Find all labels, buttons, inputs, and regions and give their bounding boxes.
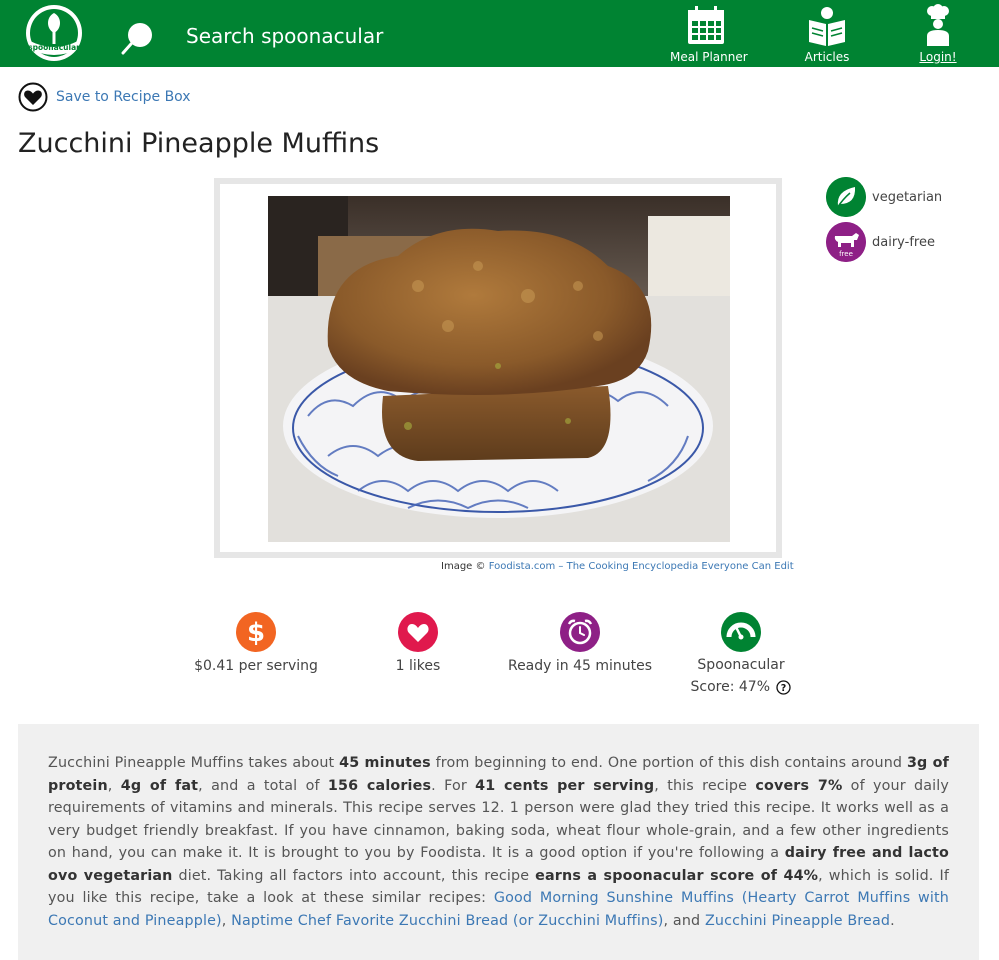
diet-label-vegetarian: vegetarian [872, 189, 943, 205]
heart-icon[interactable] [398, 612, 438, 652]
cow-icon: free [826, 222, 866, 262]
summary-text-part: . [890, 912, 895, 929]
leaf-icon [826, 177, 866, 217]
summary-text-part: , and [663, 912, 705, 929]
book-icon [809, 7, 845, 46]
stat-likes[interactable]: 1 likes [368, 612, 468, 674]
summary-highlight: 4g of fat [120, 777, 199, 794]
search-icon[interactable] [120, 20, 156, 56]
stat-spoonacular-score: Spoonacular Score: 47% ? [676, 612, 806, 698]
nav-login[interactable]: Login! [916, 4, 960, 64]
summary-highlight: 45 minutes [339, 755, 431, 771]
dollar-icon: $ [236, 612, 276, 652]
score-value: Score: 47% [690, 679, 771, 695]
nav-meal-planner[interactable]: Meal Planner [670, 4, 748, 64]
summary-text-part: , and a total of [198, 777, 328, 794]
likes-count: 1 likes [395, 658, 441, 674]
summary-highlight: covers 7% [755, 777, 843, 794]
svg-text:?: ? [781, 683, 787, 694]
diet-label-dairy-free: dairy-free [872, 234, 935, 250]
stat-ready-time: Ready in 45 minutes [500, 612, 660, 674]
top-navigation-bar: spoonacular Search spoonacular Meal Plan… [0, 0, 999, 70]
save-to-recipe-box-link[interactable]: Save to Recipe Box [56, 89, 191, 105]
image-credit: Image © Foodista.com – The Cooking Encyc… [441, 561, 794, 572]
save-to-recipe-box[interactable]: Save to Recipe Box [18, 81, 191, 113]
calendar-icon [688, 6, 724, 44]
spoonacular-logo[interactable]: spoonacular [24, 3, 84, 63]
summary-highlight: 41 cents per serving [475, 777, 655, 794]
summary-text-part: Zucchini Pineapple Muffins takes about [48, 755, 340, 771]
gauge-icon [721, 612, 761, 652]
diet-badge-vegetarian[interactable]: vegetarian [826, 177, 942, 217]
nav-meal-planner-label: Meal Planner [670, 50, 748, 64]
price-per-serving: $0.41 per serving [194, 658, 318, 674]
score-value-row: Score: 47% ? [676, 676, 806, 698]
ready-in-minutes: Ready in 45 minutes [507, 658, 653, 674]
summary-highlight: earns a spoonacular score of 44% [535, 867, 819, 884]
recipe-summary: Zucchini Pineapple Muffins takes about 4… [18, 724, 979, 960]
image-credit-prefix: Image © [441, 561, 486, 572]
similar-recipe-link[interactable]: Naptime Chef Favorite Zucchini Bread (or… [231, 913, 663, 929]
nav-articles[interactable]: Articles [800, 4, 854, 64]
summary-text-part: , [107, 777, 121, 794]
recipe-image-frame [214, 178, 782, 558]
page-title: Zucchini Pineapple Muffins [18, 128, 380, 159]
nav-articles-label: Articles [804, 50, 850, 64]
summary-highlight: 156 calories [327, 777, 432, 794]
help-icon[interactable]: ? [776, 679, 792, 695]
search-input[interactable]: Search spoonacular [186, 24, 383, 48]
heart-icon[interactable] [18, 82, 48, 112]
svg-text:$: $ [247, 618, 265, 648]
summary-text-part: , this recipe [654, 777, 756, 794]
dairy-free-badge-text: free [839, 250, 853, 258]
summary-text-part: , [221, 912, 232, 929]
summary-text: Zucchini Pineapple Muffins takes about 4… [48, 752, 949, 932]
stat-price: $ $0.41 per serving [180, 612, 332, 674]
alarm-clock-icon [560, 612, 600, 652]
nav-login-label: Login! [919, 50, 957, 64]
summary-text-part: from beginning to end. One portion of th… [430, 755, 907, 771]
summary-text-part: diet. Taking all factors into account, t… [172, 867, 536, 884]
score-label: Spoonacular [697, 657, 785, 673]
image-credit-link[interactable]: Foodista.com – The Cooking Encyclopedia … [489, 561, 794, 572]
similar-recipe-link[interactable]: Zucchini Pineapple Bread [705, 913, 890, 929]
chef-icon [927, 4, 949, 46]
logo-wordmark: spoonacular [28, 43, 80, 52]
recipe-photo[interactable] [268, 196, 730, 542]
diet-badge-dairy-free[interactable]: free dairy-free [826, 222, 935, 262]
summary-text-part: . For [431, 777, 476, 794]
